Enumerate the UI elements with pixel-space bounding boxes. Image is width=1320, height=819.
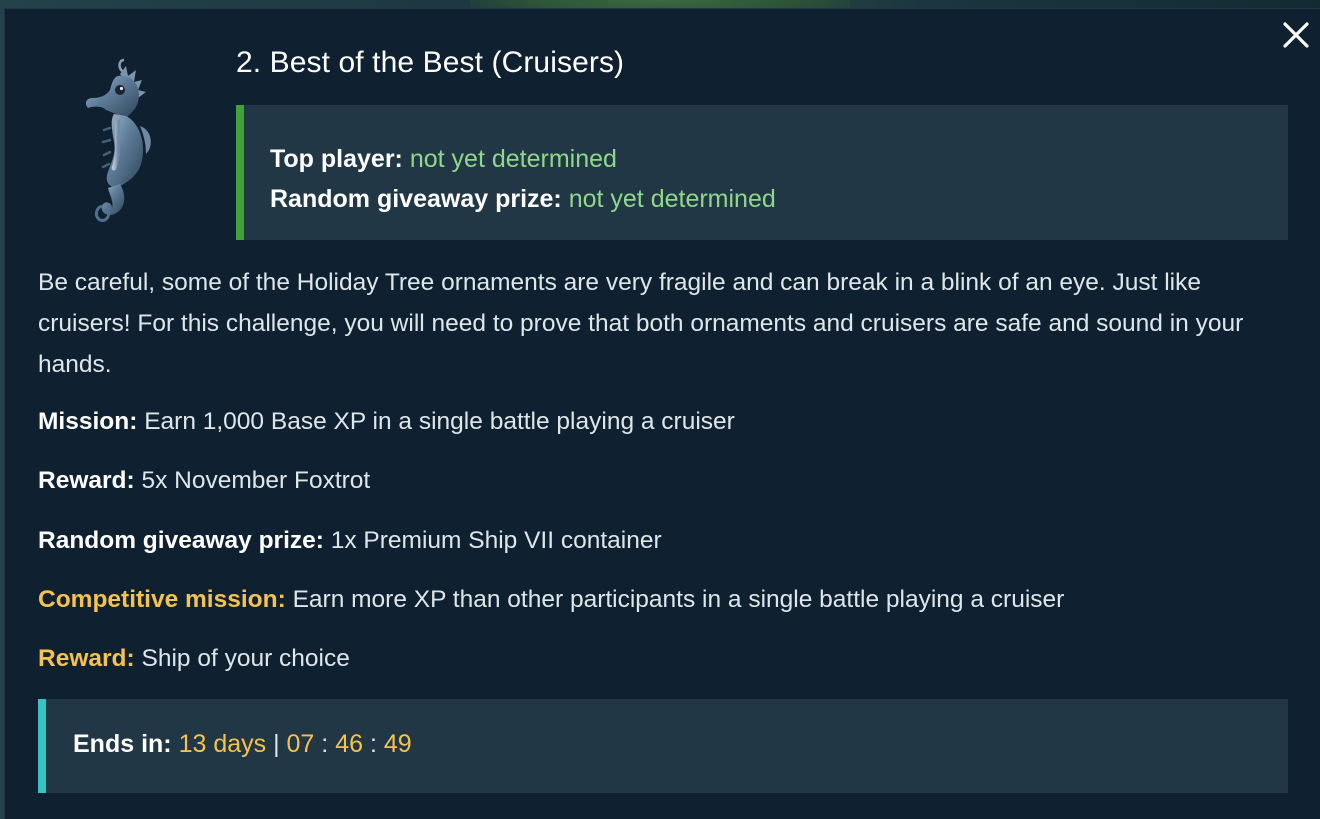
countdown-divider: | <box>273 730 280 758</box>
top-player-value: not yet determined <box>409 145 617 173</box>
competitive-mission-label: Competitive mission: <box>38 586 286 613</box>
competitive-mission-row: Competitive mission: Earn more XP than o… <box>38 586 1064 614</box>
close-icon <box>1283 22 1309 48</box>
countdown-days: 13 days <box>178 730 267 758</box>
reward-row: Reward: 5x November Foxtrot <box>38 467 370 495</box>
giveaway-prize-label: Random giveaway prize: <box>38 527 324 554</box>
giveaway-status-value: not yet determined <box>568 185 776 213</box>
close-button[interactable] <box>1280 19 1312 51</box>
countdown-colon: : <box>321 730 329 758</box>
top-player-label: Top player: <box>270 145 403 173</box>
countdown-panel: Ends in: 13 days | 07 : 46 : 49 <box>38 699 1288 793</box>
competitive-reward-value: Ship of your choice <box>141 645 350 672</box>
giveaway-prize-row: Random giveaway prize: 1x Premium Ship V… <box>38 527 662 555</box>
competitive-mission-value: Earn more XP than other participants in … <box>292 586 1065 613</box>
seahorse-ornament-icon <box>80 56 160 226</box>
competitive-reward-row: Reward: Ship of your choice <box>38 645 350 673</box>
countdown-minutes: 46 <box>335 730 364 758</box>
status-panel: Top player: not yet determined Random gi… <box>236 105 1288 240</box>
mission-value: Earn 1,000 Base XP in a single battle pl… <box>144 408 735 435</box>
countdown-colon: : <box>369 730 377 758</box>
countdown-label: Ends in: <box>73 730 172 758</box>
giveaway-status-row: Random giveaway prize: not yet determine… <box>270 179 1288 219</box>
giveaway-prize-value: 1x Premium Ship VII container <box>330 527 662 554</box>
countdown-seconds: 49 <box>383 730 412 758</box>
competitive-reward-label: Reward: <box>38 645 135 672</box>
reward-value: 5x November Foxtrot <box>141 467 371 494</box>
mission-row: Mission: Earn 1,000 Base XP in a single … <box>38 408 735 436</box>
reward-label: Reward: <box>38 467 135 494</box>
modal-title: 2. Best of the Best (Cruisers) <box>236 46 625 79</box>
countdown-hours: 07 <box>286 730 315 758</box>
challenge-description: Be careful, some of the Holiday Tree orn… <box>38 269 1244 378</box>
top-player-row: Top player: not yet determined <box>270 139 1288 179</box>
giveaway-status-label: Random giveaway prize: <box>270 185 562 213</box>
mission-label: Mission: <box>38 408 138 435</box>
